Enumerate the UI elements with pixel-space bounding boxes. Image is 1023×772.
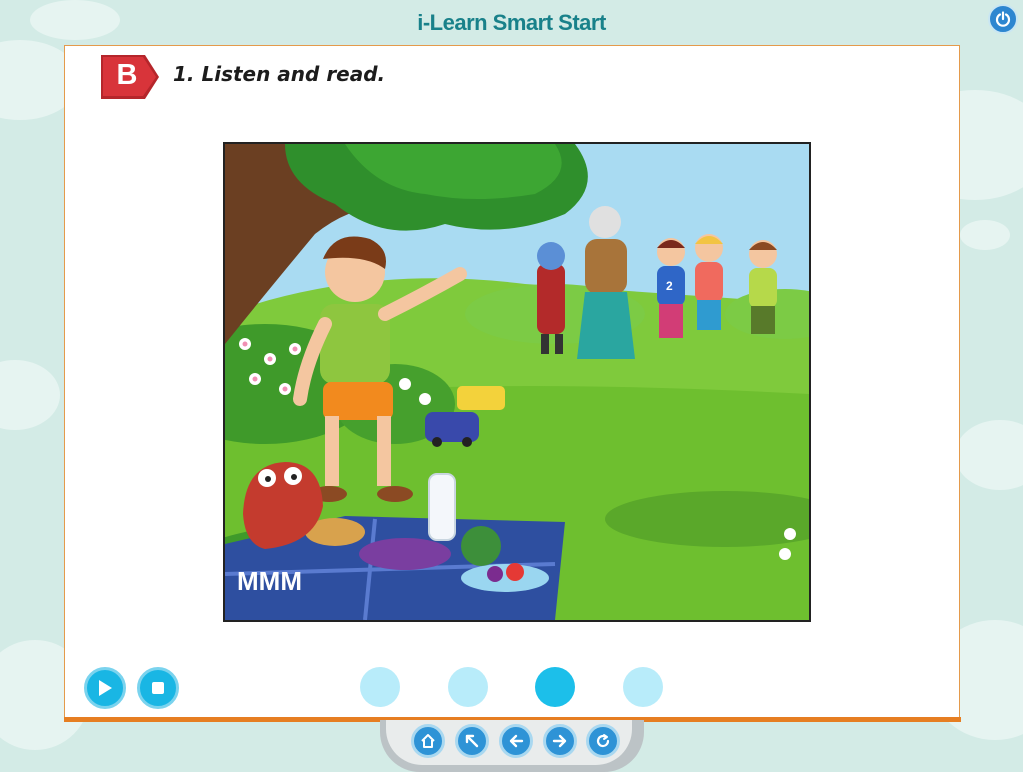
play-icon (99, 680, 112, 696)
background-cloud (0, 360, 60, 430)
home-button[interactable] (411, 724, 445, 758)
picnic-illustration: MMM 2 (223, 142, 811, 622)
menu-arrow-icon (465, 734, 479, 748)
jersey-number: 2 (666, 279, 673, 293)
next-button[interactable] (543, 724, 577, 758)
play-button[interactable] (84, 667, 126, 709)
stop-icon (152, 682, 164, 694)
section-badge: B (101, 55, 161, 99)
arrow-left-icon (509, 734, 524, 748)
menu-button[interactable] (455, 724, 489, 758)
arrow-right-icon (552, 734, 567, 748)
power-icon (995, 11, 1011, 27)
home-icon (421, 734, 435, 748)
background-cloud (955, 420, 1023, 490)
stop-button[interactable] (137, 667, 179, 709)
replay-button[interactable] (586, 724, 620, 758)
sound-effect-text: MMM (237, 566, 302, 596)
back-button[interactable] (499, 724, 533, 758)
background-cloud (960, 220, 1010, 250)
section-letter: B (116, 59, 138, 91)
page-dot-4[interactable] (623, 667, 663, 707)
power-button[interactable] (988, 4, 1018, 34)
lesson-panel: B 1. Listen and read. MMM 2 (64, 45, 960, 719)
instruction-text: 1. Listen and read. (173, 62, 386, 86)
replay-icon (596, 734, 610, 748)
page-dot-2[interactable] (448, 667, 488, 707)
page-dot-3-active[interactable] (535, 667, 575, 707)
app-title: i-Learn Smart Start (417, 10, 606, 35)
page-dot-1[interactable] (360, 667, 400, 707)
